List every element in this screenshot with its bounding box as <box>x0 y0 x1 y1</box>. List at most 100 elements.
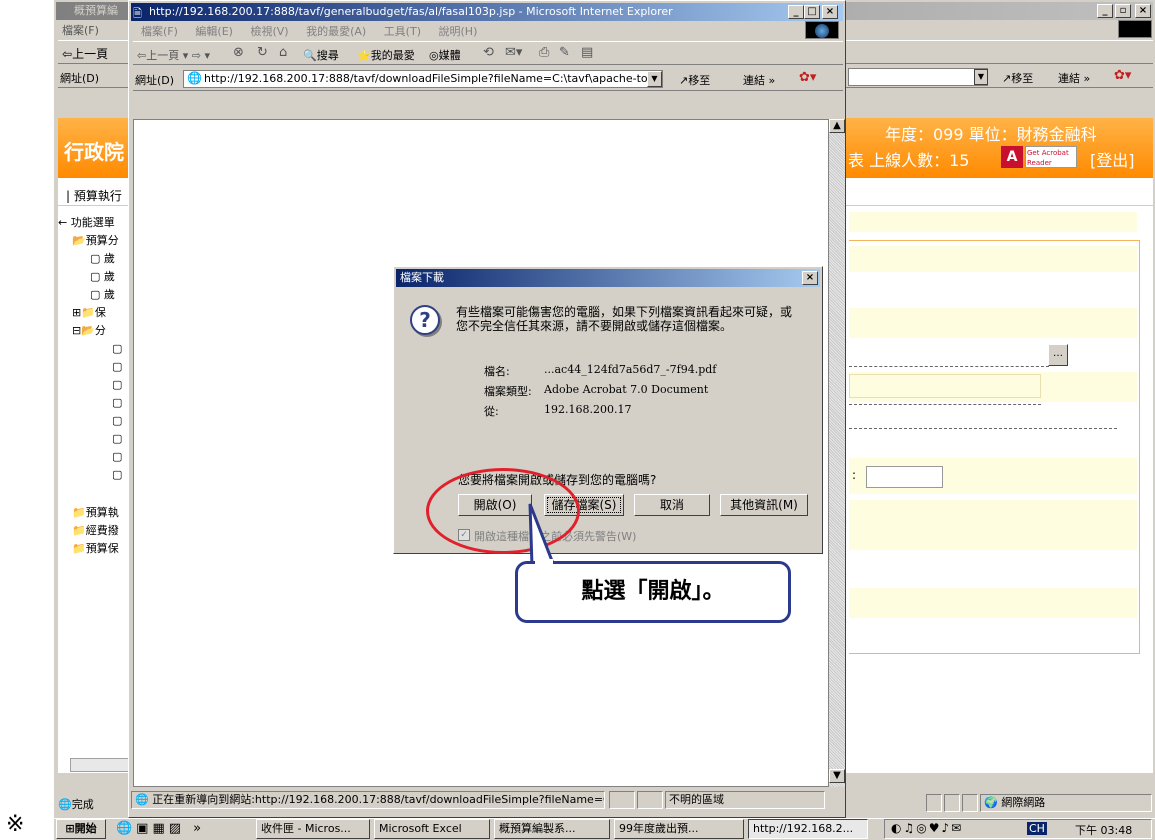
address-input[interactable]: http://192.168.200.17:888/tavf/downloadF… <box>183 70 663 88</box>
file-from-value: 192.168.200.17 <box>544 403 632 416</box>
bg-minimize-button[interactable]: _ <box>1097 4 1113 18</box>
edit-icon[interactable]: ✎ <box>559 45 570 60</box>
function-tree: ← 功能選單 📂預算分 ▢ 歲 ▢ 歲 ▢ 歲 ⊞📁保 ⊟📂分 ▢ ▢ ▢ ▢ ▢ ▢ ▢ ▢… <box>58 212 128 562</box>
media-button[interactable]: ◎媒體 <box>429 47 461 63</box>
browse-button[interactable]: … <box>1048 344 1068 366</box>
clock: 下午 03:48 <box>1075 824 1133 837</box>
ie-toolbar: ⇦上一頁 ▾ ⇨ ▾ ⊗ ↻ ⌂ 🔍搜尋 ⭐我的最愛 ◎媒體 ⟲ ✉▾ ⎙ ✎ … <box>133 41 843 65</box>
bg-close-button[interactable]: × <box>1135 4 1151 18</box>
tree-item-doc[interactable]: ▢ 歲 <box>90 250 115 266</box>
adobe-logo-icon[interactable]: A <box>1001 146 1023 168</box>
more-info-button[interactable]: 其他資訊(M) <box>720 494 808 516</box>
bg-links[interactable]: 連結 » <box>1058 70 1090 86</box>
ie-page-icon: 🗎 <box>133 7 142 20</box>
cancel-button[interactable]: 取消 <box>634 494 710 516</box>
tree-item-folder[interactable]: 📂預算分 <box>72 232 119 248</box>
form-text-input[interactable] <box>866 466 943 488</box>
ie-address-bar: 網址(D) http://192.168.200.17:888/tavf/dow… <box>133 67 843 91</box>
home-icon[interactable]: ⌂ <box>279 45 287 60</box>
form-band <box>849 308 1137 338</box>
taskbar-item-ie[interactable]: http://192.168.2... <box>748 819 868 839</box>
mail-icon[interactable]: ✉▾ <box>505 45 522 60</box>
form-band <box>849 500 1137 550</box>
bg-address-dropdown[interactable]: ▼ <box>974 69 988 85</box>
ie-title: http://192.168.200.17:888/tavf/generalbu… <box>149 5 673 18</box>
form-divider <box>849 404 1041 405</box>
taskbar-item-word[interactable]: 99年度歲出預... <box>614 819 744 839</box>
favorites-button[interactable]: ⭐我的最愛 <box>357 47 415 63</box>
close-button[interactable]: × <box>822 5 838 19</box>
scroll-up-button[interactable]: ▲ <box>829 119 845 133</box>
taskbar-item-budget[interactable]: 概預算編製系... <box>494 819 610 839</box>
print-icon[interactable]: ⎙ <box>539 45 549 60</box>
tree-item-folder[interactable]: ⊟📂分 <box>72 322 106 338</box>
back-button[interactable]: ⇦上一頁 ▾ ⇨ ▾ <box>137 47 210 63</box>
links-button[interactable]: 連結 » <box>743 72 775 88</box>
footnote-mark: ※ <box>6 812 25 837</box>
bg-nav-item[interactable]: | 預算執行 <box>66 187 122 204</box>
tree-item-folder[interactable]: 📁預算保 <box>72 540 119 556</box>
tree-item-doc[interactable]: ▢ 歲 <box>90 286 115 302</box>
file-name-label: 檔名: <box>484 365 510 378</box>
language-indicator[interactable]: CH <box>1027 822 1047 835</box>
menu-edit[interactable]: 編輯(E) <box>195 25 233 38</box>
vertical-scrollbar[interactable]: ▲ ▼ <box>829 119 845 787</box>
maximize-button[interactable]: □ <box>804 5 820 19</box>
bg-address-input[interactable] <box>848 68 988 86</box>
taskbar-item-excel[interactable]: Microsoft Excel <box>374 819 490 839</box>
menu-tools[interactable]: 工具(T) <box>384 25 421 38</box>
bg-restore-button[interactable]: ▫ <box>1115 4 1131 18</box>
search-button[interactable]: 🔍搜尋 <box>303 47 339 63</box>
bg-header-online-users: 表 上線人數：15 <box>848 151 970 170</box>
warning-text: 有些檔案可能傷害您的電腦，如果下列檔案資訊看起來可疑，或您不完全信任其來源，請不… <box>456 305 793 333</box>
taskbar-item-outlook[interactable]: 收件匣 - Micros... <box>256 819 370 839</box>
menu-file[interactable]: 檔案(F) <box>141 25 178 38</box>
bg-status-zone: 🌍 網際網路 <box>980 794 1152 812</box>
file-type-label: 檔案類型: <box>484 385 532 398</box>
bg-header-year-unit: 年度：099 單位：財務金融科 <box>885 125 1097 144</box>
ie-title-bar: http://192.168.200.17:888/tavf/generalbu… <box>131 3 843 21</box>
file-from-label: 從: <box>484 405 499 418</box>
bg-status-cell <box>944 794 960 812</box>
menu-help[interactable]: 說明(H) <box>439 25 478 38</box>
logout-link[interactable]: [登出] <box>1090 147 1135 171</box>
taskbar: ⊞開始 🌐▣▦▨ » 收件匣 - Micros... Microsoft Exc… <box>54 818 1155 840</box>
tree-item-folder[interactable]: 📁預算執 <box>72 504 119 520</box>
get-acrobat-reader-button[interactable]: Get Acrobat Reader <box>1025 146 1077 168</box>
tree-item-doc[interactable]: ▢ 歲 <box>90 268 115 284</box>
bg-goto-button[interactable]: ↗移至 <box>1002 70 1033 86</box>
bg-status-text: 🌐完成 <box>58 798 94 811</box>
ie-status-bar: 🌐 正在重新導向到網站:http://192.168.200.17:888/ta… <box>131 789 845 811</box>
refresh-icon[interactable]: ↻ <box>257 45 268 60</box>
form-field[interactable] <box>849 374 1041 398</box>
file-name-value: ...ac44_124fd7a56d7_-7f94.pdf <box>544 363 717 376</box>
scroll-down-button[interactable]: ▼ <box>829 769 845 783</box>
address-dropdown[interactable]: ▼ <box>647 71 662 87</box>
start-button[interactable]: ⊞開始 <box>56 819 106 839</box>
tray-icons[interactable]: ◐♫◎♥♪✉ <box>891 821 963 835</box>
status-cell <box>637 791 663 809</box>
callout-box: 點選「開啟」。 <box>515 561 791 623</box>
status-text: 🌐 正在重新導向到網站:http://192.168.200.17:888/ta… <box>131 791 605 809</box>
dialog-close-button[interactable]: × <box>802 271 818 285</box>
menu-view[interactable]: 檢視(V) <box>250 25 288 38</box>
history-icon[interactable]: ⟲ <box>483 45 494 60</box>
stop-icon[interactable]: ⊗ <box>233 45 244 60</box>
form-divider <box>849 366 1049 367</box>
discuss-icon[interactable]: ▤ <box>581 45 593 60</box>
minimize-button[interactable]: _ <box>788 5 804 19</box>
file-type-value: Adobe Acrobat 7.0 Document <box>544 383 709 396</box>
bg-toolbar-plugin-icon[interactable]: ✿▾ <box>1114 68 1131 83</box>
callout-text: 點選「開啟」。 <box>581 578 725 604</box>
goto-button[interactable]: ↗移至 <box>679 72 710 88</box>
quicklaunch-icons[interactable]: 🌐▣▦▨ » <box>116 821 205 836</box>
tree-item-folder[interactable]: ⊞📁保 <box>72 304 106 320</box>
tree-item-folder[interactable]: 📁經費撥 <box>72 522 119 538</box>
menu-favorites[interactable]: 我的最愛(A) <box>306 25 366 38</box>
bg-back-button[interactable]: ⇦上一頁 <box>62 45 108 62</box>
plugin-icon[interactable]: ✿▾ <box>799 70 816 85</box>
form-band <box>849 246 1137 272</box>
bg-menu-file[interactable]: 檔案(F) <box>62 24 99 37</box>
bg-address-label: 網址(D) <box>60 72 100 85</box>
form-band <box>849 588 1137 618</box>
